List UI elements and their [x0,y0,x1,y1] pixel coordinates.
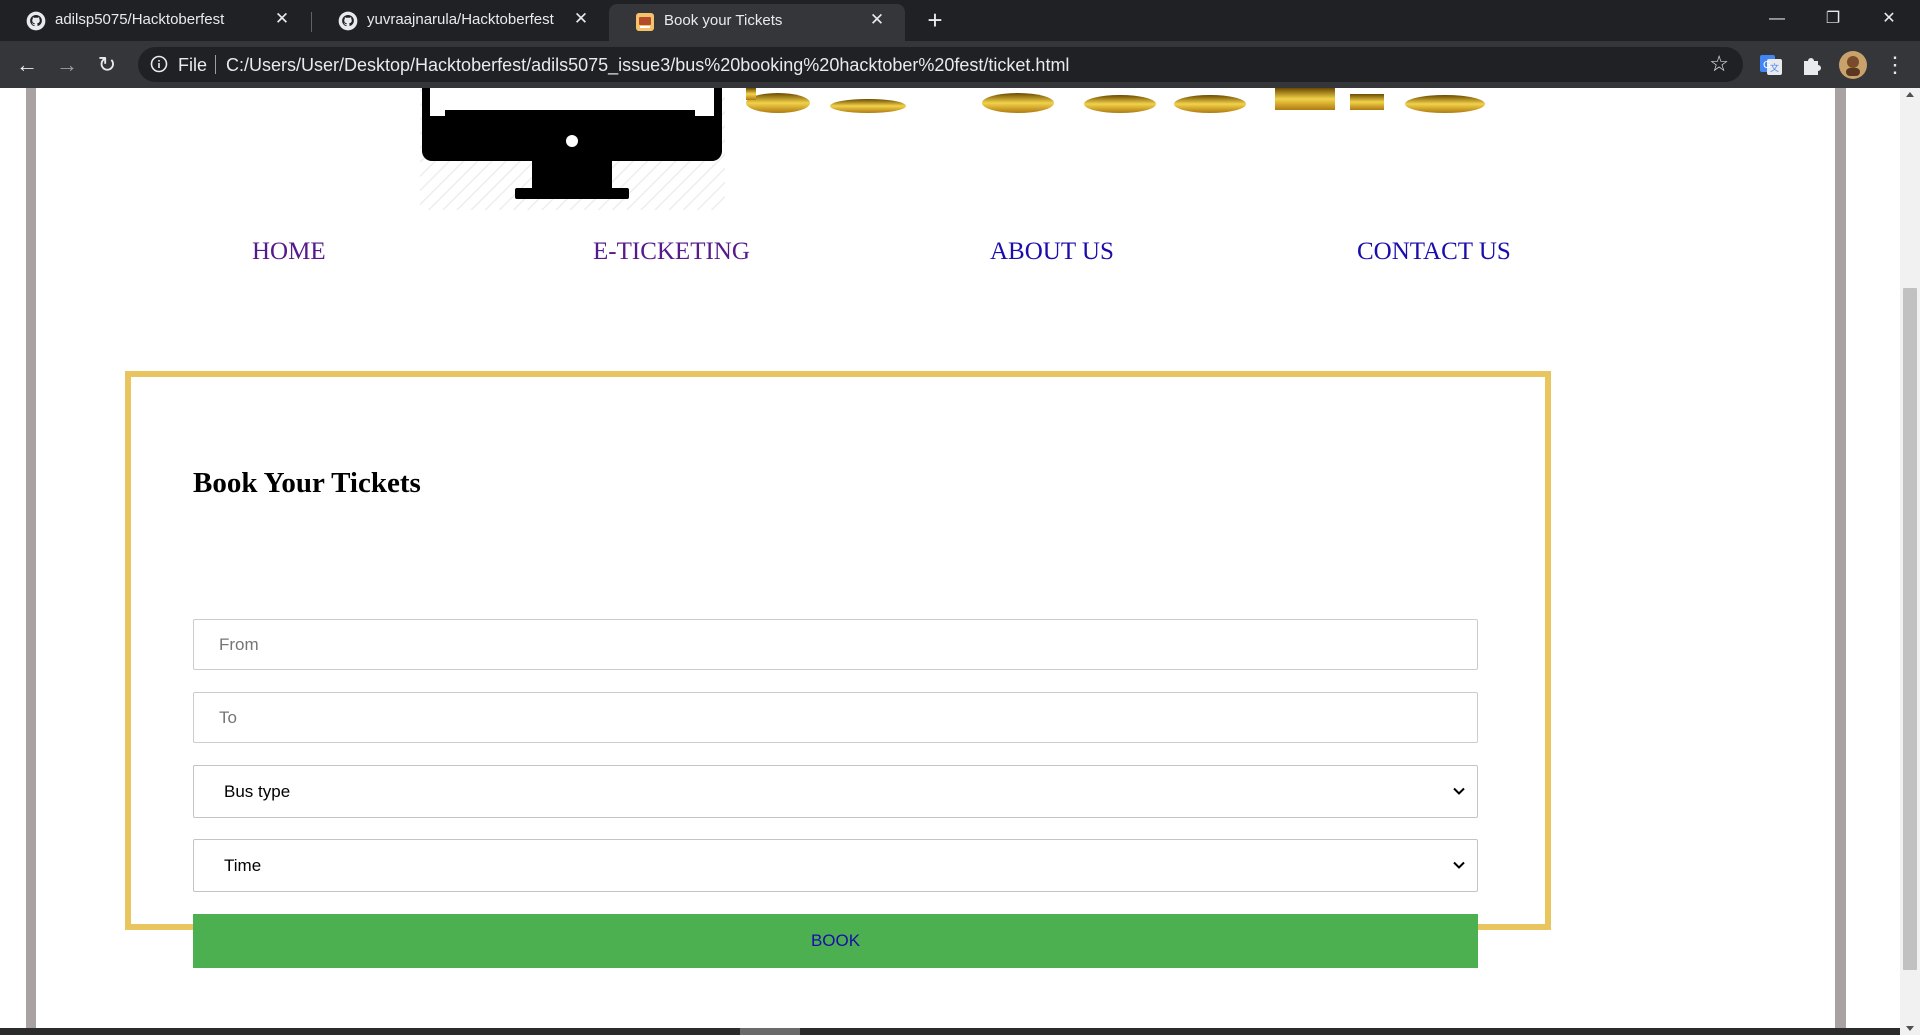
bus-type-selected-value: Bus type [224,782,291,801]
browser-tab-bar: adilsp5075/Hacktoberfest ✕ yuvraajnarula… [0,0,1920,41]
extensions-puzzle-icon[interactable] [1799,52,1825,78]
nav-link-contact-us[interactable]: CONTACT US [1357,238,1511,266]
nav-link-home[interactable]: HOME [252,238,326,266]
back-button[interactable]: ← [13,51,41,79]
close-window-button[interactable]: ✕ [1866,4,1912,34]
bookmark-star-icon[interactable]: ☆ [1709,51,1729,77]
booking-form-title: Book Your Tickets [193,467,421,499]
github-icon [26,11,46,31]
time-select[interactable]: Time [193,839,1478,892]
tab-adilsp5075-hacktoberfest[interactable]: adilsp5075/Hacktoberfest ✕ [0,0,310,41]
booking-form-container: Book Your Tickets Bus type Time BOOK [125,371,1551,968]
profile-avatar[interactable] [1838,50,1868,80]
page-favicon-icon [636,13,654,31]
page-frame-left [26,88,36,1035]
monitor-logo-image [420,88,725,210]
scroll-down-arrow-icon[interactable] [1906,1026,1914,1031]
url-scheme-label: File [178,55,208,75]
minimize-window-button[interactable]: — [1754,4,1800,34]
close-tab-icon[interactable]: ✕ [867,10,887,30]
time-selected-value: Time [224,856,262,875]
scroll-up-arrow-icon[interactable] [1906,92,1914,97]
chevron-down-icon [1453,861,1465,869]
vertical-scrollbar-thumb[interactable] [1903,288,1917,970]
new-tab-button[interactable]: + [922,7,948,34]
nav-link-eticketing[interactable]: E-TICKETING [593,238,750,266]
page-frame-right [1835,88,1846,1035]
bus-type-select[interactable]: Bus type [193,765,1478,818]
from-field [193,619,1478,670]
forward-button[interactable]: → [53,51,81,79]
github-icon [338,11,358,31]
tab-book-your-tickets[interactable]: Book your Tickets ✕ [609,4,905,41]
from-input[interactable] [194,620,1477,669]
tab-yuvraajnarula-hacktoberfest[interactable]: yuvraajnarula/Hacktoberfest ✕ [312,0,609,41]
vertical-scrollbar[interactable] [1900,88,1920,1035]
page-viewport: HOME E-TICKETING ABOUT US CONTACT US Boo… [0,88,1900,1035]
url-text[interactable]: C:/Users/User/Desktop/Hacktoberfest/adil… [226,55,1069,76]
info-icon[interactable] [150,55,168,73]
restore-window-button[interactable]: ❐ [1810,4,1856,34]
close-tab-icon[interactable]: ✕ [571,9,591,29]
tab-title: adilsp5075/Hacktoberfest [55,11,225,28]
browser-toolbar: ← → ↻ File C:/Users/User/Desktop/Hacktob… [0,41,1920,88]
bus-booking-banner-image [746,88,1485,113]
reload-button[interactable]: ↻ [93,51,121,79]
tab-title: yuvraajnarula/Hacktoberfest [367,11,554,28]
close-tab-icon[interactable]: ✕ [272,9,292,29]
svg-text:文: 文 [1770,62,1779,74]
to-input[interactable] [194,693,1477,742]
horizontal-scrollbar[interactable] [0,1028,1900,1035]
google-translate-icon[interactable]: G文 [1758,52,1784,78]
tab-title: Book your Tickets [664,12,783,29]
book-button[interactable]: BOOK [193,914,1478,968]
nav-link-about-us[interactable]: ABOUT US [990,238,1114,266]
browser-menu-icon[interactable]: ⋮ [1884,51,1906,79]
to-field [193,692,1478,743]
chevron-down-icon [1453,787,1465,795]
url-separator [215,55,216,74]
address-bar[interactable]: File C:/Users/User/Desktop/Hacktoberfest… [138,47,1743,82]
horizontal-scrollbar-thumb[interactable] [740,1028,800,1035]
